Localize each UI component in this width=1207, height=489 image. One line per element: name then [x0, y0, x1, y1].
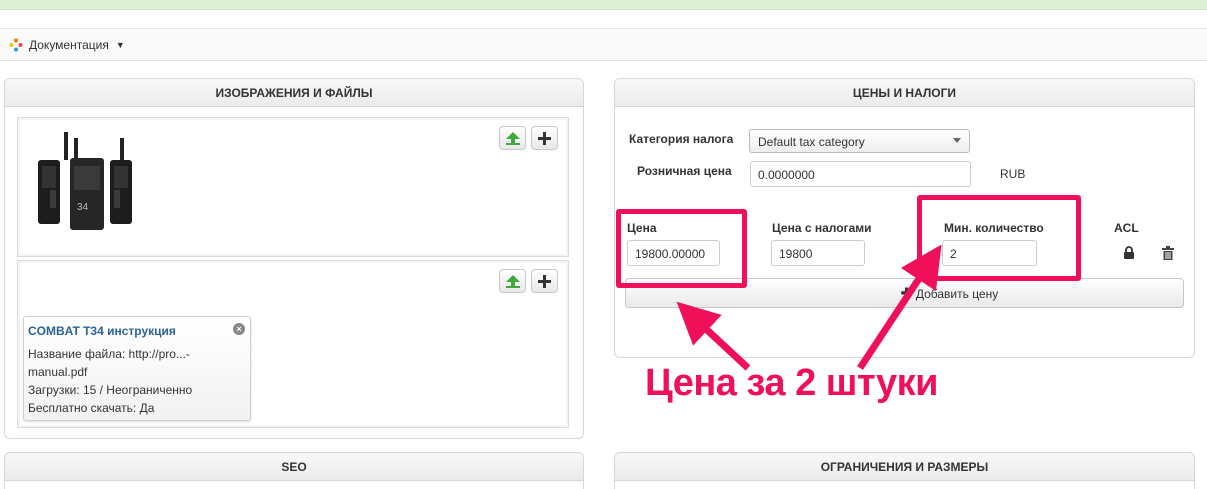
- file-title-link[interactable]: COMBAT T34 инструкция: [28, 322, 246, 340]
- file-name-line2: manual.pdf: [28, 365, 88, 379]
- upload-file-button[interactable]: [499, 269, 526, 293]
- lock-icon[interactable]: [1123, 246, 1135, 259]
- close-icon[interactable]: ×: [233, 323, 245, 335]
- tax-category-value: Default tax category: [758, 135, 865, 149]
- price-highlight-box: [616, 209, 747, 288]
- documentation-menu-label: Документация: [29, 38, 109, 52]
- documentation-menu[interactable]: Документация ▼: [9, 38, 125, 52]
- retail-price-label: Розничная цена: [637, 164, 732, 178]
- acl-label: ACL: [1114, 221, 1139, 235]
- seo-title: SEO: [5, 453, 583, 481]
- chevron-down-icon: ▼: [115, 40, 125, 50]
- annotation-text: Цена за 2 штуки: [645, 362, 939, 404]
- tax-category-label: Категория налога: [629, 132, 734, 146]
- file-card: COMBAT T34 инструкция × Название файла: …: [23, 316, 251, 421]
- plus-icon: [538, 274, 551, 288]
- svg-text:34: 34: [77, 202, 89, 213]
- file-name-line1: Название файла: http://pro...-: [28, 347, 190, 361]
- chevron-down-icon: [953, 138, 961, 143]
- radios-image[interactable]: 34: [34, 132, 144, 232]
- doc-cog-icon: [9, 38, 23, 52]
- limits-sizes-panel: ОГРАНИЧЕНИЯ И РАЗМЕРЫ: [614, 452, 1195, 489]
- image-box: 34: [17, 117, 569, 257]
- limits-sizes-title: ОГРАНИЧЕНИЯ И РАЗМЕРЫ: [615, 453, 1194, 481]
- toolbar: Документация ▼: [0, 28, 1207, 61]
- upload-icon: [505, 275, 520, 288]
- file-downloads: Загрузки: 15 / Неограниченно: [28, 383, 193, 397]
- add-price-label: Добавить цену: [915, 287, 999, 301]
- price-with-tax-label: Цена с налогами: [772, 221, 872, 235]
- tax-category-select[interactable]: Default tax category: [749, 129, 970, 153]
- file-free-download: Бесплатно скачать: Да: [28, 401, 155, 415]
- plus-icon: [538, 131, 551, 145]
- add-image-button[interactable]: [531, 126, 558, 150]
- trash-icon[interactable]: [1162, 246, 1174, 260]
- images-files-title: ИЗОБРАЖЕНИЯ И ФАЙЛЫ: [5, 79, 583, 107]
- plus-icon: ✚: [900, 285, 913, 301]
- currency-label: RUB: [1000, 167, 1026, 181]
- upload-icon: [505, 132, 520, 145]
- upload-image-button[interactable]: [499, 126, 526, 150]
- seo-panel: SEO: [4, 452, 584, 489]
- min-qty-highlight-box: [917, 195, 1081, 281]
- prices-taxes-title: ЦЕНЫ И НАЛОГИ: [615, 79, 1194, 107]
- retail-price-input[interactable]: 0.0000000: [750, 161, 971, 187]
- price-with-tax-input[interactable]: 19800: [771, 240, 865, 266]
- status-strip: [0, 0, 1207, 10]
- add-file-button[interactable]: [531, 269, 558, 293]
